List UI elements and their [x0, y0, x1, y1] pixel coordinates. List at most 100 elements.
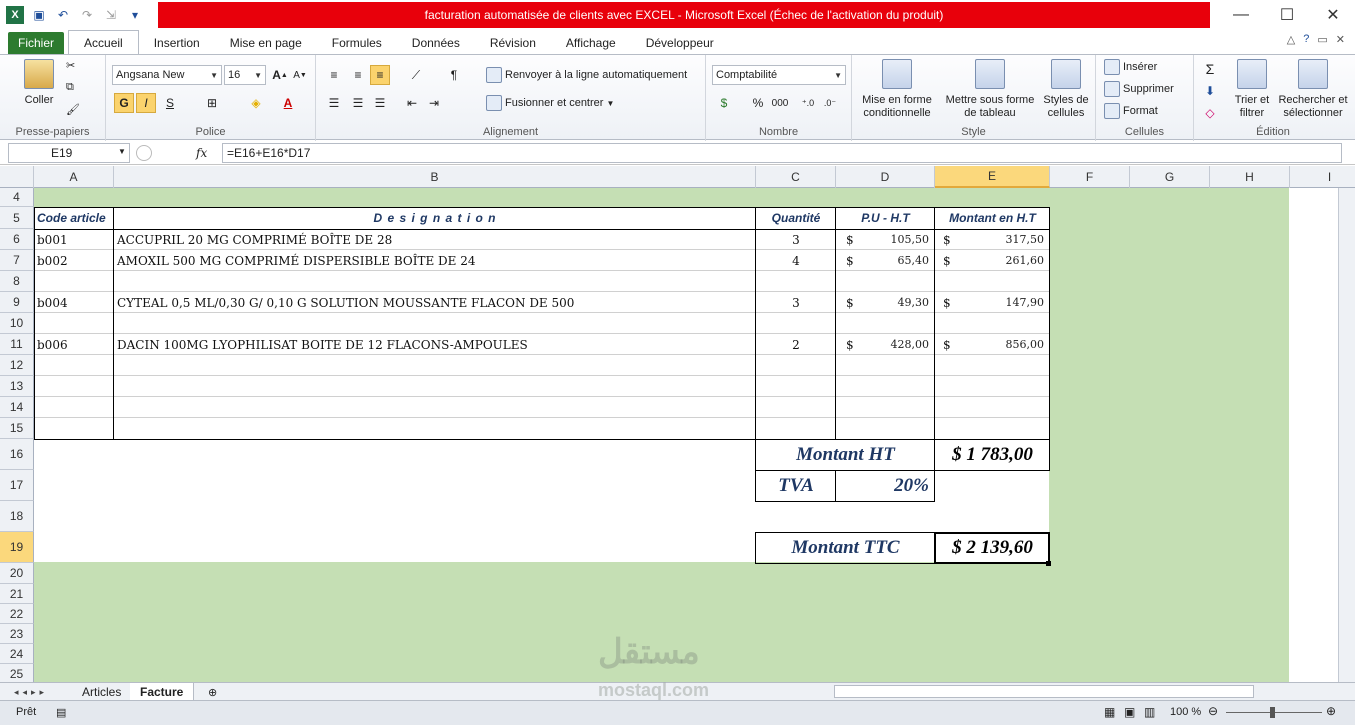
column-header-i[interactable]: I	[1290, 166, 1355, 188]
underline-button[interactable]: S	[160, 93, 180, 113]
minimize-button[interactable]: —	[1218, 0, 1264, 30]
align-center-icon[interactable]: ☰	[348, 93, 368, 113]
expand-formula-icon[interactable]	[136, 145, 152, 161]
row-header[interactable]: 12	[0, 355, 34, 376]
sheet-tab-facture[interactable]: Facture	[130, 683, 195, 701]
cell-styles-button[interactable]: Styles de cellules	[1040, 59, 1092, 120]
decrease-indent-icon[interactable]: ⇤	[402, 93, 422, 113]
format-painter-icon[interactable]: 🖌	[66, 103, 80, 116]
font-size-combo[interactable]: 16 ▼	[224, 65, 266, 85]
page-break-view-icon[interactable]: ▥	[1144, 705, 1155, 719]
clear-icon[interactable]: ◇	[1200, 103, 1220, 123]
help-icon[interactable]: ?	[1303, 33, 1309, 46]
header-quantity[interactable]: Quantité	[756, 207, 836, 229]
sort-filter-button[interactable]: Trier et filtrer	[1230, 59, 1274, 120]
excel-icon[interactable]: X	[6, 6, 24, 24]
zoom-level[interactable]: 100 %	[1170, 706, 1201, 718]
column-header-c[interactable]: C	[756, 166, 836, 188]
borders-icon[interactable]: ⊞	[202, 93, 222, 113]
format-as-table-button[interactable]: Mettre sous forme de tableau	[942, 59, 1038, 120]
worksheet-grid[interactable]: A B C D E F G H I 4 5 6 7 8 9 10 11 12 13 14 15 16 17…	[0, 166, 1355, 682]
select-all-corner[interactable]	[0, 166, 34, 188]
cell-amount[interactable]: 147,90	[935, 292, 1050, 313]
row-header[interactable]: 10	[0, 313, 34, 334]
selected-cell-e19[interactable]	[934, 532, 1050, 564]
cell-amount[interactable]: 856,00	[935, 334, 1050, 355]
cell-unit-price[interactable]: 105,50	[836, 229, 935, 250]
close-button[interactable]: ✕	[1310, 0, 1355, 30]
zoom-slider-thumb[interactable]	[1270, 707, 1275, 718]
format-cells-button[interactable]: Format	[1104, 103, 1158, 119]
cell-code[interactable]: b006	[34, 334, 114, 355]
header-amount[interactable]: Montant en H.T	[935, 207, 1050, 229]
align-right-icon[interactable]: ☰	[370, 93, 390, 113]
cell-unit-price[interactable]: 49,30	[836, 292, 935, 313]
tab-home[interactable]: Accueil	[68, 30, 139, 54]
row-header[interactable]: 17	[0, 470, 34, 501]
cell-code[interactable]: b001	[34, 229, 114, 250]
redo-icon[interactable]: ↷	[78, 6, 96, 24]
header-code-article[interactable]: Code article	[34, 207, 114, 229]
row-header[interactable]: 7	[0, 250, 34, 271]
merge-center-button[interactable]: Fusionner et centrer ▼	[486, 95, 614, 111]
close-workbook-icon[interactable]: ✕	[1336, 33, 1345, 46]
row-header[interactable]: 5	[0, 207, 34, 229]
autosum-button[interactable]: Σ	[1200, 59, 1220, 79]
thousands-button[interactable]: 000	[770, 93, 790, 113]
cell-unit-price[interactable]: 65,40	[836, 250, 935, 271]
row-header[interactable]: 18	[0, 501, 34, 532]
sheet-tab-articles[interactable]: Articles	[72, 683, 133, 701]
cell-designation[interactable]: CYTEAL 0,5 ML/0,30 G/ 0,10 G SOLUTION MO…	[114, 292, 756, 313]
tab-view[interactable]: Affichage	[551, 32, 631, 54]
header-unit-price[interactable]: P.U - H.T	[836, 207, 935, 229]
increase-decimal-icon[interactable]: ⁺.0	[798, 93, 818, 113]
horizontal-scrollbar[interactable]	[834, 685, 1254, 698]
align-left-icon[interactable]: ☰	[324, 93, 344, 113]
row-header[interactable]: 14	[0, 397, 34, 418]
row-header[interactable]: 19	[0, 532, 34, 563]
cell-designation[interactable]: DACIN 100MG LYOPHILISAT BOITE DE 12 FLAC…	[114, 334, 756, 355]
conditional-format-button[interactable]: Mise en forme conditionnelle	[856, 59, 938, 120]
cell-quantity[interactable]: 2	[756, 334, 836, 355]
header-designation[interactable]: D e s i g n a t i o n	[114, 207, 756, 229]
number-format-combo[interactable]: Comptabilité ▼	[712, 65, 846, 85]
insert-cells-button[interactable]: Insérer	[1104, 59, 1157, 75]
shrink-font-icon[interactable]: A ▼	[290, 65, 310, 85]
cell-quantity[interactable]: 3	[756, 229, 836, 250]
normal-view-icon[interactable]: ▦	[1104, 705, 1115, 719]
font-name-combo[interactable]: Angsana New ▼	[112, 65, 222, 85]
tab-data[interactable]: Données	[397, 32, 475, 54]
tab-page-layout[interactable]: Mise en page	[215, 32, 317, 54]
customize-qat-icon[interactable]: ▾	[126, 6, 144, 24]
row-header[interactable]: 8	[0, 271, 34, 292]
cell-amount[interactable]: 261,60	[935, 250, 1050, 271]
total-ht-label[interactable]: Montant HT	[756, 439, 935, 470]
align-middle-icon[interactable]: ≡	[348, 65, 368, 85]
name-box[interactable]: E19	[8, 143, 130, 163]
row-header[interactable]: 24	[0, 644, 34, 664]
tva-value[interactable]: 20%	[836, 470, 935, 501]
increase-indent-icon[interactable]: ⇥	[424, 93, 444, 113]
row-header[interactable]: 21	[0, 584, 34, 604]
tab-formulas[interactable]: Formules	[317, 32, 397, 54]
decrease-decimal-icon[interactable]: .0⁻	[820, 93, 840, 113]
row-header[interactable]: 15	[0, 418, 34, 439]
cell-quantity[interactable]: 4	[756, 250, 836, 271]
row-header[interactable]: 6	[0, 229, 34, 250]
find-select-button[interactable]: Rechercher et sélectionner	[1276, 59, 1350, 120]
page-layout-view-icon[interactable]: ▣	[1124, 705, 1135, 719]
cell-designation[interactable]: ACCUPRIL 20 MG COMPRIMÉ BOÎTE DE 28	[114, 229, 756, 250]
orientation-icon[interactable]: ⟋	[406, 65, 426, 85]
percent-button[interactable]: %	[748, 93, 768, 113]
name-box-dropdown-icon[interactable]: ▼	[118, 147, 126, 156]
row-header[interactable]: 9	[0, 292, 34, 313]
column-header-f[interactable]: F	[1050, 166, 1130, 188]
column-header-e[interactable]: E	[935, 166, 1050, 188]
sheet-nav-icon[interactable]: ◂◂▸▸	[4, 683, 58, 701]
undo-icon[interactable]: ↶	[54, 6, 72, 24]
cut-icon[interactable]: ✂	[66, 59, 75, 72]
minimize-ribbon-icon[interactable]: △	[1287, 33, 1295, 46]
column-header-g[interactable]: G	[1130, 166, 1210, 188]
grow-font-icon[interactable]: A ▲	[270, 65, 290, 85]
total-ttc-label[interactable]: Montant TTC	[756, 532, 935, 563]
